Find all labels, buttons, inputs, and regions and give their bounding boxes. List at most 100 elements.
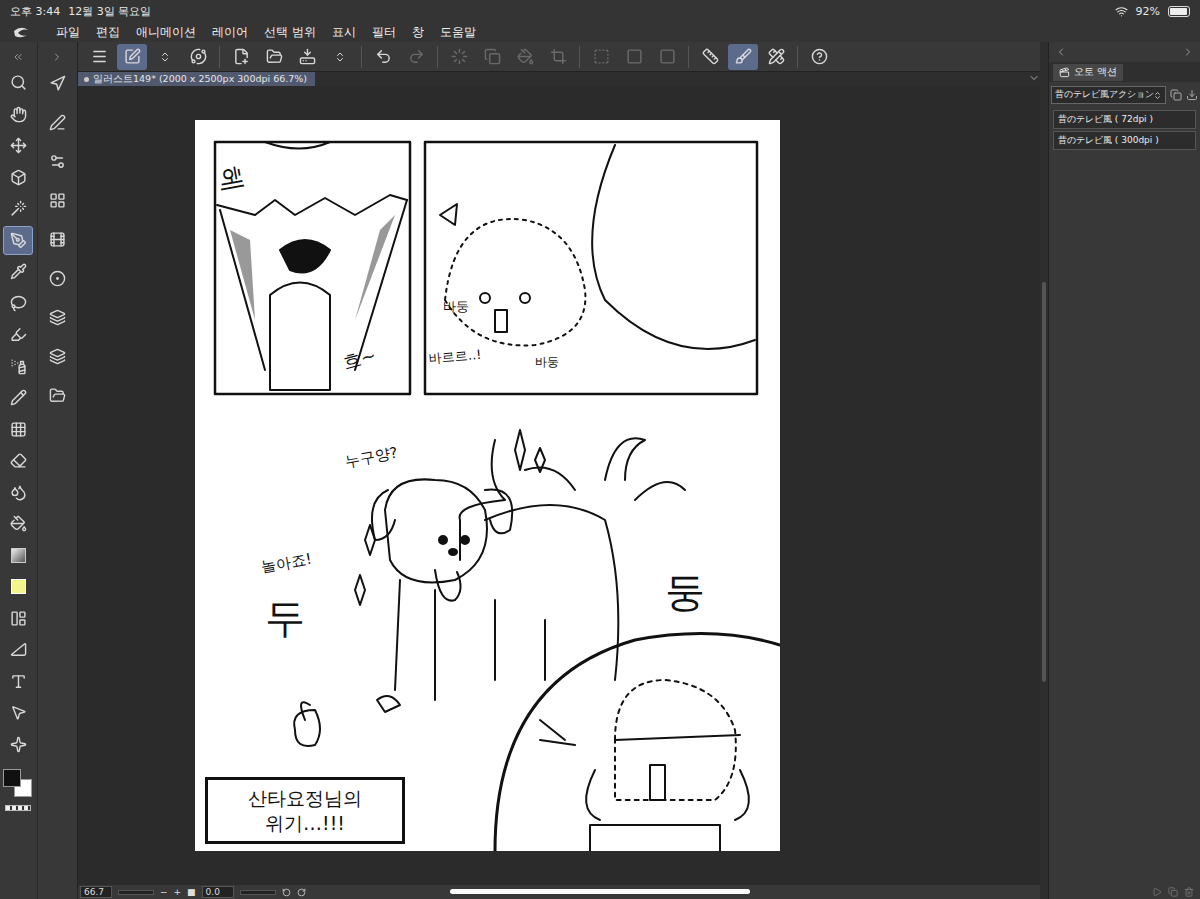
menu-icon bbox=[91, 48, 108, 65]
palette-button[interactable] bbox=[42, 68, 72, 98]
palette-button[interactable] bbox=[42, 224, 72, 254]
action-item[interactable]: 昔のテレビ風 ( 300dpi ) bbox=[1053, 131, 1196, 150]
command-button[interactable] bbox=[695, 44, 725, 70]
duplicate-icon[interactable] bbox=[1170, 89, 1182, 101]
battery-percent: 92% bbox=[1136, 5, 1160, 18]
rotate-left-icon[interactable] bbox=[282, 888, 291, 897]
palette-button[interactable] bbox=[42, 263, 72, 293]
menu-item[interactable]: 도움말 bbox=[440, 24, 476, 41]
fill-icon bbox=[517, 48, 534, 65]
zoom-slider[interactable] bbox=[118, 890, 154, 895]
rotate-right-icon[interactable] bbox=[297, 888, 306, 897]
color-swatches[interactable] bbox=[3, 769, 33, 799]
tool-button[interactable] bbox=[3, 68, 33, 97]
menu-item[interactable]: 파일 bbox=[56, 24, 80, 41]
collapse-icon[interactable] bbox=[1055, 46, 1067, 58]
tool-button[interactable] bbox=[3, 698, 33, 727]
command-button[interactable] bbox=[325, 44, 355, 70]
command-button[interactable] bbox=[543, 44, 573, 70]
command-button[interactable] bbox=[652, 44, 682, 70]
expand-icon[interactable] bbox=[1182, 46, 1194, 58]
command-button[interactable] bbox=[84, 44, 114, 70]
palette-button[interactable] bbox=[42, 185, 72, 215]
home-indicator[interactable] bbox=[450, 889, 750, 894]
command-button[interactable] bbox=[761, 44, 791, 70]
fit-icon[interactable]: ■ bbox=[187, 887, 196, 897]
play-icon[interactable] bbox=[1152, 887, 1162, 897]
tab-menu-icon[interactable] bbox=[1028, 72, 1040, 84]
command-button[interactable] bbox=[619, 44, 649, 70]
tool-button[interactable] bbox=[3, 352, 33, 381]
zoom-field[interactable]: 66.7 bbox=[80, 886, 112, 898]
command-button[interactable] bbox=[510, 44, 540, 70]
command-button[interactable] bbox=[586, 44, 616, 70]
tool-button[interactable] bbox=[3, 383, 33, 412]
app-logo-icon[interactable] bbox=[12, 25, 30, 39]
deselect-icon bbox=[593, 48, 610, 65]
angle-field[interactable]: 0.0 bbox=[202, 886, 234, 898]
auto-action-tab[interactable]: 오토 액션 bbox=[1053, 64, 1123, 81]
menu-item[interactable]: 애니메이션 bbox=[136, 24, 196, 41]
tool-button[interactable] bbox=[3, 478, 33, 507]
command-button[interactable] bbox=[477, 44, 507, 70]
command-button[interactable] bbox=[728, 44, 758, 70]
command-button[interactable] bbox=[226, 44, 256, 70]
command-button[interactable] bbox=[444, 44, 474, 70]
tool-button[interactable] bbox=[3, 446, 33, 475]
trash-icon[interactable] bbox=[1184, 887, 1194, 897]
palette-button[interactable] bbox=[42, 302, 72, 332]
tool-button[interactable] bbox=[3, 257, 33, 286]
spiral-icon bbox=[190, 48, 207, 65]
canvas[interactable]: 헤흐~바둥바르르..!바둥누구양?놀아죠!두둥산타요정님의 위기…!!! bbox=[195, 120, 780, 851]
tool-button[interactable] bbox=[3, 667, 33, 696]
main-color[interactable] bbox=[3, 769, 21, 787]
zoom-icon bbox=[10, 74, 27, 91]
command-button[interactable] bbox=[183, 44, 213, 70]
tool-button[interactable] bbox=[3, 541, 33, 570]
tool-button[interactable] bbox=[3, 226, 33, 255]
tool-button[interactable] bbox=[3, 730, 33, 759]
menu-item[interactable]: 필터 bbox=[372, 24, 396, 41]
import-icon[interactable] bbox=[1186, 89, 1198, 101]
command-button[interactable] bbox=[804, 44, 834, 70]
zoom-out-icon[interactable]: − bbox=[160, 887, 168, 897]
tool-button[interactable] bbox=[3, 320, 33, 349]
tool-button[interactable] bbox=[3, 635, 33, 664]
command-button[interactable] bbox=[401, 44, 431, 70]
command-button[interactable] bbox=[150, 44, 180, 70]
tool-button[interactable] bbox=[3, 604, 33, 633]
menu-item[interactable]: 선택 범위 bbox=[264, 24, 316, 41]
scrollbar[interactable] bbox=[1040, 42, 1048, 899]
command-button[interactable] bbox=[117, 44, 147, 70]
new-action-icon[interactable] bbox=[1168, 887, 1178, 897]
expand-icon[interactable] bbox=[51, 51, 63, 63]
command-button[interactable] bbox=[259, 44, 289, 70]
ruler-icon bbox=[10, 641, 27, 658]
tool-button[interactable] bbox=[3, 289, 33, 318]
zoom-in-icon[interactable]: + bbox=[174, 887, 182, 897]
tool-button[interactable] bbox=[3, 415, 33, 444]
menu-item[interactable]: 창 bbox=[412, 24, 424, 41]
palette-button[interactable] bbox=[42, 380, 72, 410]
collapse-icon[interactable] bbox=[12, 51, 24, 63]
tool-button[interactable] bbox=[3, 131, 33, 160]
menu-item[interactable]: 표시 bbox=[332, 24, 356, 41]
document-tab[interactable]: 일러스트149* (2000 x 2500px 300dpi 66.7%) bbox=[78, 72, 315, 86]
tool-button[interactable] bbox=[3, 509, 33, 538]
palette-button[interactable] bbox=[42, 107, 72, 137]
command-button[interactable] bbox=[292, 44, 322, 70]
palette-button[interactable] bbox=[42, 146, 72, 176]
transparent-color[interactable] bbox=[5, 805, 31, 811]
tool-button[interactable] bbox=[3, 163, 33, 192]
action-item[interactable]: 昔のテレビ風 ( 72dpi ) bbox=[1053, 110, 1196, 129]
menu-item[interactable]: 편집 bbox=[96, 24, 120, 41]
tool-button[interactable] bbox=[3, 100, 33, 129]
palette-button[interactable] bbox=[42, 341, 72, 371]
tool-button[interactable] bbox=[3, 572, 33, 601]
battery-icon bbox=[1168, 6, 1190, 17]
menu-item[interactable]: 레이어 bbox=[212, 24, 248, 41]
action-set-select[interactable]: 昔のテレビ風アクション bbox=[1051, 86, 1166, 104]
command-button[interactable] bbox=[368, 44, 398, 70]
angle-slider[interactable] bbox=[240, 890, 276, 895]
tool-button[interactable] bbox=[3, 194, 33, 223]
